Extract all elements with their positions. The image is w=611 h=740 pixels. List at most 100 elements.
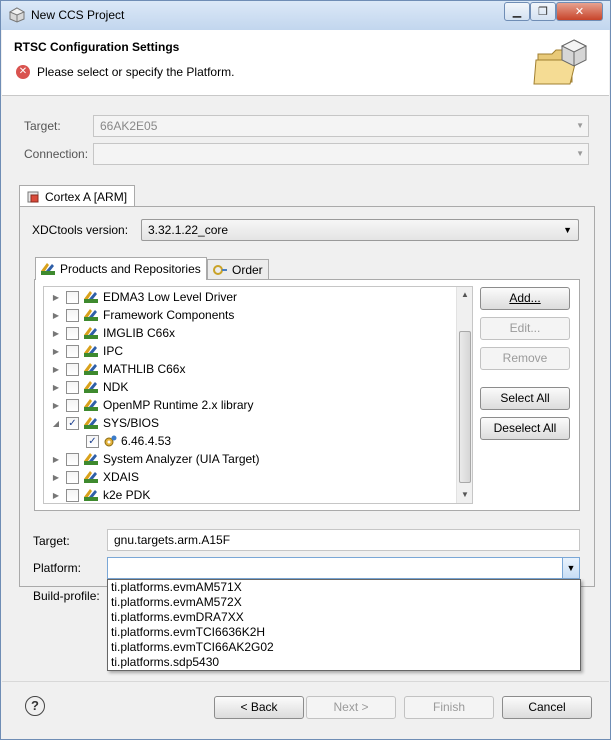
footer-separator: [2, 681, 609, 682]
package-icon: [84, 399, 98, 411]
app-icon: [9, 7, 25, 23]
scroll-up-icon[interactable]: ▲: [457, 287, 473, 303]
checkbox[interactable]: [66, 308, 79, 322]
platform-option[interactable]: ti.platforms.evmAM572X: [108, 595, 580, 610]
tree-scrollbar[interactable]: ▲ ▼: [456, 287, 472, 503]
checkbox[interactable]: [66, 362, 79, 376]
add-button-label: Add...: [509, 291, 541, 305]
next-button-label: Next >: [333, 700, 369, 714]
order-icon: [213, 264, 227, 275]
platform-option[interactable]: ti.platforms.sdp5430: [108, 655, 580, 670]
checkbox[interactable]: [66, 488, 79, 502]
expand-arrow-icon[interactable]: ▶: [50, 347, 62, 356]
tree-item[interactable]: ▶ IPC: [50, 342, 123, 360]
tree-item[interactable]: ▶ XDAIS: [50, 468, 139, 486]
checkbox[interactable]: [66, 452, 79, 466]
add-button[interactable]: Add...: [480, 287, 570, 310]
platform-combo[interactable]: ▼: [107, 557, 580, 579]
package-icon: [84, 309, 98, 321]
tree-item-label: MATHLIB C66x: [103, 362, 186, 376]
checkbox[interactable]: [66, 470, 79, 484]
tree-item-label: 6.46.4.53: [121, 434, 172, 448]
title-bar[interactable]: New CCS Project ▁ ❐ ✕: [1, 1, 610, 30]
expand-arrow-icon[interactable]: ▶: [50, 473, 62, 482]
expand-arrow-icon[interactable]: ▶: [50, 311, 62, 320]
scrollbar-thumb[interactable]: [459, 331, 471, 483]
checkbox[interactable]: [66, 344, 79, 358]
minimize-button[interactable]: ▁: [504, 2, 530, 21]
checkbox[interactable]: [66, 290, 79, 304]
platform-option[interactable]: ti.platforms.evmTCI6636K2H: [108, 625, 580, 640]
expand-arrow-icon[interactable]: ▶: [50, 329, 62, 338]
tree-item-label: System Analyzer (UIA Target): [103, 452, 260, 466]
select-all-label: Select All: [500, 391, 550, 405]
next-button[interactable]: Next >: [306, 696, 396, 719]
select-all-button[interactable]: Select All: [480, 387, 570, 410]
collapse-arrow-icon[interactable]: ◢: [50, 419, 62, 428]
rtsc-target-value: gnu.targets.arm.A15F: [114, 533, 231, 547]
products-tree[interactable]: ▶ EDMA3 Low Level Driver ▶ Framework Com…: [43, 286, 473, 504]
checkbox[interactable]: [66, 380, 79, 394]
tree-item-label: IPC: [103, 344, 124, 358]
back-button[interactable]: < Back: [214, 696, 304, 719]
expand-arrow-icon[interactable]: ▶: [50, 401, 62, 410]
tree-item-label: NDK: [103, 380, 129, 394]
checkbox[interactable]: [66, 326, 79, 340]
restore-icon: ❐: [538, 6, 548, 18]
help-icon[interactable]: ?: [25, 696, 45, 716]
remove-button-label: Remove: [502, 351, 548, 365]
checkbox[interactable]: ✓: [66, 416, 79, 430]
expand-arrow-icon[interactable]: ▶: [50, 365, 62, 374]
deselect-all-button[interactable]: Deselect All: [480, 417, 570, 440]
chevron-down-icon[interactable]: ▼: [562, 558, 579, 578]
xdctools-version-select[interactable]: 3.32.1.22_core ▼: [141, 219, 579, 241]
target-combo-value: 66AK2E05: [100, 119, 158, 133]
remove-button[interactable]: Remove: [480, 347, 570, 370]
tree-item[interactable]: ◢ ✓ SYS/BIOS: [50, 414, 159, 432]
page-title: RTSC Configuration Settings: [14, 40, 180, 54]
package-icon: [84, 381, 98, 393]
expand-arrow-icon[interactable]: ▶: [50, 455, 62, 464]
build-profile-label: Build-profile:: [33, 589, 100, 603]
connection-combo[interactable]: ▼: [93, 143, 589, 165]
tree-item[interactable]: ▶ IMGLIB C66x: [50, 324, 175, 342]
rtsc-target-field[interactable]: gnu.targets.arm.A15F: [107, 529, 580, 551]
package-icon: [84, 471, 98, 483]
platform-dropdown-list[interactable]: ti.platforms.evmAM571X ti.platforms.evmA…: [107, 579, 581, 671]
tab-order[interactable]: Order: [207, 259, 269, 279]
platform-option[interactable]: ti.platforms.evmTCI66AK2G02: [108, 640, 580, 655]
minimize-icon: ▁: [512, 6, 522, 18]
platform-label: Platform:: [33, 561, 82, 575]
expand-arrow-icon[interactable]: ▶: [50, 293, 62, 302]
tree-item-label: OpenMP Runtime 2.x library: [103, 398, 254, 412]
platform-option[interactable]: ti.platforms.evmDRA7XX: [108, 610, 580, 625]
target-combo[interactable]: 66AK2E05 ▼: [93, 115, 589, 137]
tree-item[interactable]: ▶ Framework Components: [50, 306, 234, 324]
tab-cortex-a[interactable]: Cortex A [ARM]: [19, 185, 135, 207]
tree-item[interactable]: ▶ OpenMP Runtime 2.x library: [50, 396, 254, 414]
tree-item[interactable]: ▶ System Analyzer (UIA Target): [50, 450, 260, 468]
checkbox[interactable]: [66, 398, 79, 412]
maximize-button[interactable]: ❐: [530, 2, 556, 21]
close-button[interactable]: ✕: [556, 2, 603, 21]
finish-button[interactable]: Finish: [404, 696, 494, 719]
tree-item[interactable]: ▶ NDK: [50, 378, 128, 396]
deselect-all-label: Deselect All: [493, 421, 557, 435]
expand-arrow-icon[interactable]: ▶: [50, 491, 62, 500]
tree-item[interactable]: ▶ EDMA3 Low Level Driver: [50, 288, 237, 306]
tree-item[interactable]: ▶ MATHLIB C66x: [50, 360, 186, 378]
tree-item[interactable]: ✓ 6.46.4.53: [82, 432, 171, 450]
cancel-button[interactable]: Cancel: [502, 696, 592, 719]
expand-arrow-icon[interactable]: ▶: [50, 383, 62, 392]
window-title: New CCS Project: [31, 8, 125, 22]
scroll-down-icon[interactable]: ▼: [457, 487, 473, 503]
finish-button-label: Finish: [432, 700, 465, 714]
error-icon: ✕: [16, 65, 30, 79]
chevron-down-icon: ▼: [576, 149, 584, 158]
tree-item[interactable]: ▶ k2e PDK: [50, 486, 150, 503]
checkbox[interactable]: ✓: [86, 434, 99, 448]
tab-products-and-repositories[interactable]: Products and Repositories: [35, 257, 207, 280]
platform-option[interactable]: ti.platforms.evmAM571X: [108, 580, 580, 595]
tab-cortex-a-label: Cortex A [ARM]: [45, 189, 128, 204]
edit-button[interactable]: Edit...: [480, 317, 570, 340]
